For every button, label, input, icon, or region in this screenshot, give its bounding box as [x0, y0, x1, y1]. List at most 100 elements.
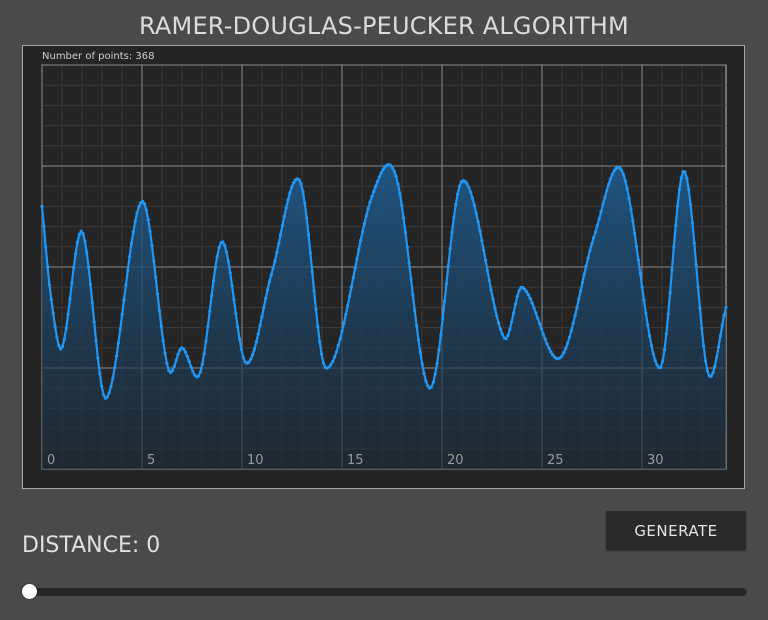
- data-point: [465, 182, 469, 186]
- data-point: [221, 240, 225, 244]
- data-point: [647, 334, 652, 338]
- data-point: [321, 361, 326, 365]
- data-point: [541, 332, 545, 336]
- data-point: [316, 325, 320, 329]
- data-point: [422, 372, 426, 376]
- data-point: [204, 339, 208, 343]
- data-point: [366, 207, 370, 211]
- data-point: [344, 313, 348, 317]
- data-point: [640, 285, 644, 289]
- data-point: [508, 327, 512, 332]
- data-point: [415, 324, 419, 328]
- data-point: [105, 395, 109, 399]
- data-point: [511, 311, 516, 315]
- data-point: [196, 374, 201, 378]
- data-point: [170, 368, 175, 373]
- data-point: [155, 292, 160, 296]
- data-point: [538, 322, 542, 326]
- data-point: [271, 266, 275, 270]
- data-point: [702, 344, 706, 348]
- data-point: [668, 291, 672, 295]
- data-point: [720, 323, 724, 327]
- data-point: [457, 184, 462, 188]
- data-point: [532, 306, 536, 310]
- data-point: [226, 259, 230, 263]
- data-point: [530, 301, 534, 305]
- data-point: [593, 230, 598, 234]
- data-point: [431, 380, 435, 384]
- data-point: [685, 176, 689, 180]
- data-point: [608, 177, 613, 181]
- data-point: [265, 288, 270, 292]
- data-point: [713, 364, 717, 368]
- data-point: [336, 344, 340, 348]
- data-point: [722, 313, 726, 317]
- data-point: [567, 335, 572, 339]
- data-point: [599, 209, 603, 214]
- data-point: [394, 174, 398, 179]
- data-point: [439, 333, 443, 337]
- data-point: [264, 296, 268, 301]
- data-point: [497, 321, 501, 325]
- data-point: [653, 358, 657, 362]
- data-point: [137, 204, 141, 209]
- data-point: [60, 344, 65, 349]
- x-tick-label: 0: [47, 453, 55, 468]
- data-point: [469, 190, 473, 194]
- data-point: [703, 358, 708, 363]
- data-point: [698, 306, 702, 310]
- distance-label: DISTANCE: 0: [22, 533, 161, 558]
- data-point: [700, 326, 704, 330]
- data-point: [437, 348, 441, 352]
- data-point: [674, 223, 678, 227]
- distance-slider-thumb[interactable]: [22, 584, 37, 599]
- data-point: [487, 278, 491, 282]
- data-point: [57, 343, 61, 348]
- data-point: [610, 172, 614, 176]
- data-point: [636, 258, 641, 262]
- data-point: [416, 338, 421, 342]
- data-point: [510, 320, 514, 324]
- data-point: [90, 301, 94, 305]
- data-point: [649, 343, 654, 348]
- x-tick-label: 25: [547, 453, 564, 468]
- data-point: [349, 285, 353, 289]
- generate-button[interactable]: GENERATE: [606, 511, 746, 550]
- data-point: [675, 204, 680, 208]
- data-point: [258, 323, 262, 328]
- data-point: [705, 369, 709, 373]
- data-point: [114, 354, 119, 358]
- data-point: [86, 265, 91, 269]
- data-point: [374, 184, 378, 188]
- data-point: [495, 314, 499, 318]
- data-point: [161, 339, 165, 343]
- data-point: [513, 302, 518, 306]
- distance-slider-track[interactable]: [25, 588, 747, 596]
- data-point: [467, 185, 471, 189]
- data-point: [409, 277, 413, 281]
- data-point: [390, 165, 394, 170]
- data-point: [441, 317, 445, 321]
- data-point: [584, 264, 588, 268]
- data-point: [633, 231, 637, 235]
- data-point: [362, 221, 367, 226]
- data-point: [47, 283, 52, 287]
- data-point: [187, 360, 191, 364]
- data-point: [582, 272, 586, 276]
- data-point: [491, 297, 495, 301]
- data-point: [107, 391, 111, 395]
- data-point: [543, 337, 547, 341]
- data-point: [377, 175, 381, 179]
- data-point: [504, 337, 508, 341]
- data-point: [683, 170, 687, 174]
- data-point: [319, 352, 324, 356]
- data-point: [109, 384, 113, 389]
- data-point: [146, 217, 150, 222]
- data-point: [303, 201, 307, 205]
- data-point: [347, 294, 352, 299]
- data-point: [254, 340, 258, 344]
- data-point: [629, 207, 633, 211]
- data-point: [45, 265, 50, 269]
- data-point: [450, 230, 454, 234]
- data-point: [401, 216, 406, 220]
